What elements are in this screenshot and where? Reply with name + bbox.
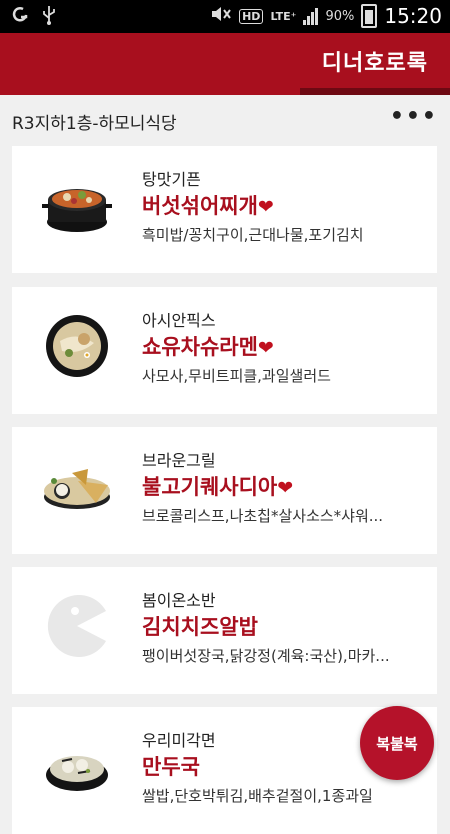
status-bar: HD LTE⁺ 90% 15:20 (0, 0, 450, 33)
location-label: R3지하1층-하모니식당 (12, 114, 177, 134)
side-dishes: 팽이버섯장국,닭강정(계육:국산),마카... (142, 647, 390, 665)
restaurant-name: 탕맛기픈 (142, 170, 201, 189)
side-dishes: 흑미밥/꽁치구이,근대나물,포기김치 (142, 226, 364, 244)
location-header: R3지하1층-하모니식당 ••• (0, 95, 450, 141)
clock: 15:20 (384, 4, 442, 28)
side-dishes: 사모사,무비트피클,과일샐러드 (142, 367, 331, 385)
battery-percent: 90% (325, 8, 355, 24)
menu-card[interactable]: 아시안픽스 쇼유차슈라멘❤ 사모사,무비트피클,과일샐러드 (12, 287, 437, 414)
dish-name: 버섯섞어찌개❤ (142, 194, 274, 218)
restaurant-name: 아시안픽스 (142, 311, 216, 330)
pacman-placeholder-icon (42, 591, 112, 661)
heart-icon[interactable]: ❤ (277, 477, 293, 499)
ramen-bowl-image (42, 311, 112, 381)
app-bar-accent (300, 88, 450, 95)
restaurant-name: 브라운그릴 (142, 451, 216, 470)
notification-icon (12, 6, 28, 28)
battery-icon (361, 4, 378, 28)
menu-card[interactable]: 탕맛기픈 버섯섞어찌개❤ 흑미밥/꽁치구이,근대나물,포기김치 (12, 146, 437, 273)
side-dishes: 브로콜리스프,나초칩*살사소스*샤워... (142, 507, 384, 525)
quesadilla-plate-image (42, 451, 112, 521)
more-options-icon[interactable]: ••• (390, 104, 438, 129)
side-dishes: 쌀밥,단호박튀김,배추겉절이,1종과일 (142, 787, 373, 805)
dish-name: 만두국 (142, 755, 200, 779)
restaurant-name: 우리미각면 (142, 731, 216, 750)
heart-icon[interactable]: ❤ (258, 196, 274, 218)
mute-icon (210, 5, 232, 27)
stew-pot-image (42, 170, 112, 240)
dish-name: 김치치즈알밥 (142, 615, 258, 639)
lte-icon: LTE⁺ (270, 9, 297, 23)
menu-card[interactable]: 봄이온소반 김치치즈알밥 팽이버섯장국,닭강정(계육:국산),마카... (12, 567, 437, 694)
heart-icon[interactable]: ❤ (258, 337, 274, 359)
dish-name: 불고기퀘사디아❤ (142, 475, 294, 499)
signal-icon (303, 7, 319, 25)
restaurant-name: 봄이온소반 (142, 591, 216, 610)
dish-name: 쇼유차슈라멘❤ (142, 335, 274, 359)
random-pick-button[interactable]: 복불복 (360, 706, 434, 780)
menu-card[interactable]: 브라운그릴 불고기퀘사디아❤ 브로콜리스프,나초칩*살사소스*샤워... (12, 427, 437, 554)
app-title: 디너호로록 (321, 51, 428, 76)
usb-icon (42, 5, 56, 29)
app-bar: 디너호로록 (0, 33, 450, 95)
dumpling-soup-image (42, 731, 112, 801)
hd-voice-icon: HD (239, 8, 264, 24)
